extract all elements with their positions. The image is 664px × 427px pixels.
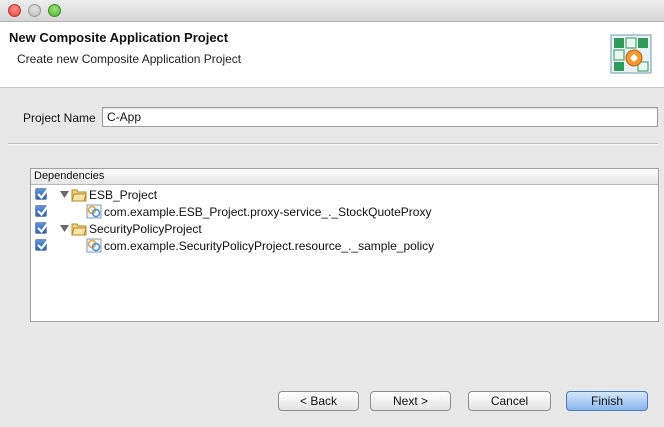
expand-triangle-icon[interactable] bbox=[60, 190, 69, 199]
artifact-icon bbox=[86, 238, 102, 253]
wizard-title: New Composite Application Project bbox=[9, 30, 229, 45]
composite-app-icon bbox=[610, 34, 652, 74]
wizard-subtitle: Create new Composite Application Project bbox=[17, 52, 242, 66]
tree-item-label: com.example.ESB_Project.proxy-service_._… bbox=[104, 205, 432, 219]
finish-button[interactable]: Finish bbox=[566, 391, 648, 411]
cancel-button[interactable]: Cancel bbox=[468, 391, 551, 411]
project-name-label: Project Name bbox=[23, 111, 96, 125]
tree-item-label: ESB_Project bbox=[89, 188, 158, 202]
tree-row-security-policy-project[interactable]: SecurityPolicyProject bbox=[31, 220, 658, 237]
folder-icon bbox=[71, 223, 87, 236]
back-button[interactable]: < Back bbox=[278, 391, 359, 411]
minimize-window-button[interactable] bbox=[28, 4, 41, 17]
tree-item-label: SecurityPolicyProject bbox=[89, 222, 202, 236]
window-titlebar bbox=[0, 0, 664, 22]
artifact-icon bbox=[86, 204, 102, 219]
close-window-button[interactable] bbox=[8, 4, 21, 17]
dependency-checkbox[interactable] bbox=[35, 222, 49, 234]
tree-row-security-artifact[interactable]: com.example.SecurityPolicyProject.resour… bbox=[31, 237, 658, 254]
separator bbox=[8, 143, 658, 145]
dependencies-tree[interactable]: Dependencies ESB_Project com.example.ESB… bbox=[30, 168, 659, 322]
next-button[interactable]: Next > bbox=[370, 391, 451, 411]
expand-triangle-icon[interactable] bbox=[60, 224, 69, 233]
dependency-checkbox[interactable] bbox=[35, 205, 49, 217]
wizard-banner: New Composite Application Project Create… bbox=[0, 22, 664, 88]
zoom-window-button[interactable] bbox=[48, 4, 61, 17]
tree-row-esb-artifact[interactable]: com.example.ESB_Project.proxy-service_._… bbox=[31, 203, 658, 220]
project-name-input[interactable] bbox=[102, 107, 658, 127]
folder-icon bbox=[71, 189, 87, 202]
dependency-checkbox[interactable] bbox=[35, 188, 49, 200]
dependency-checkbox[interactable] bbox=[35, 239, 49, 251]
tree-item-label: com.example.SecurityPolicyProject.resour… bbox=[104, 239, 435, 253]
tree-row-esb-project[interactable]: ESB_Project bbox=[31, 186, 658, 203]
dependencies-header: Dependencies bbox=[31, 169, 658, 185]
